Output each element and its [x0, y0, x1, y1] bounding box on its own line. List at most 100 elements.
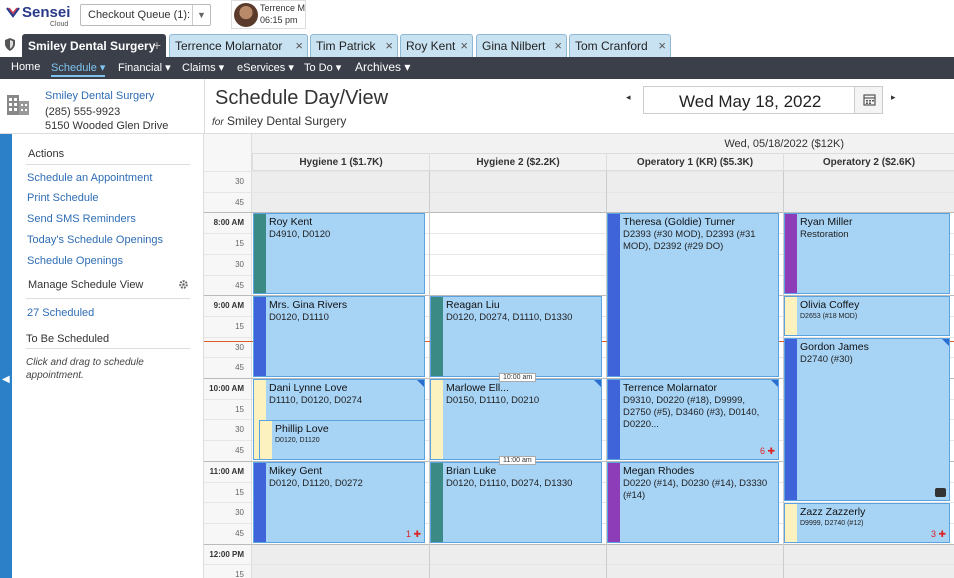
- close-icon[interactable]: ×: [554, 38, 562, 53]
- date-navigator: ◂ Wed May 18, 2022 ▸: [625, 86, 896, 114]
- status-bar: [431, 297, 443, 376]
- time-label: 15: [235, 239, 244, 249]
- practice-name-link[interactable]: Smiley Dental Surgery: [45, 90, 154, 102]
- patient-name: Olivia Coffey: [800, 299, 860, 312]
- procedure-codes: D4910, D0120: [269, 229, 331, 241]
- time-label: 45: [235, 197, 244, 207]
- time-label: 30: [235, 508, 244, 518]
- time-label: 30: [235, 342, 244, 352]
- chat-icon[interactable]: [935, 488, 946, 498]
- status-bar: [254, 214, 266, 294]
- divider: [26, 164, 190, 165]
- status-bar: [608, 380, 620, 459]
- plus-icon[interactable]: +: [153, 37, 161, 53]
- time-tooltip: 11:00 am: [499, 455, 536, 465]
- slot-line: [204, 191, 954, 193]
- gear-icon[interactable]: [178, 279, 189, 290]
- close-icon[interactable]: ×: [295, 38, 303, 53]
- practice-address: 5150 Wooded Glen Drive: [45, 120, 169, 132]
- slot-line: [204, 171, 954, 172]
- nav-todo[interactable]: To Do ▾: [304, 61, 341, 74]
- scheduled-count-link[interactable]: 27 Scheduled: [27, 307, 94, 319]
- todays-openings-link[interactable]: Today's Schedule Openings: [27, 234, 163, 246]
- column-header-hygiene-1: Hygiene 1 ($1.7K): [252, 154, 429, 171]
- status-bar: [431, 462, 443, 542]
- appointment-card[interactable]: Zazz Zazzerly D9999, D2740 (#12) 3 ✚: [784, 503, 950, 543]
- time-label: 11:00 AM: [209, 466, 244, 476]
- flag-corner: [594, 380, 601, 387]
- nav-home[interactable]: Home: [11, 61, 40, 73]
- shield-icon[interactable]: [4, 38, 16, 51]
- status-bar: [254, 462, 266, 542]
- calendar-button[interactable]: [854, 87, 882, 113]
- schedule-openings-link[interactable]: Schedule Openings: [27, 255, 123, 267]
- brand-name: Sensei: [22, 4, 71, 21]
- practice-phone: (285) 555-9923: [45, 106, 121, 118]
- procedure-codes: D2740 (#30): [800, 353, 853, 365]
- chevron-down-icon: ▼: [192, 5, 210, 25]
- tab-strip: Smiley Dental Surgery + Terrence Molarna…: [0, 33, 954, 57]
- sensei-logo[interactable]: Sensei Cloud: [6, 4, 72, 29]
- chevron-right-icon[interactable]: ▸: [891, 92, 896, 103]
- nav-archives[interactable]: Archives ▾: [355, 60, 410, 74]
- plus-icon[interactable]: 6 ✚: [760, 446, 775, 457]
- tab-terrence-molarnator[interactable]: Terrence Molarnator ×: [169, 34, 308, 57]
- checkout-queue-label: Checkout Queue (1):: [88, 9, 191, 21]
- tab-gina-nilbert[interactable]: Gina Nilbert ×: [476, 34, 567, 57]
- tab-tom-cranford[interactable]: Tom Cranford ×: [569, 34, 671, 57]
- close-icon[interactable]: ×: [658, 38, 666, 53]
- nav-schedule[interactable]: Schedule ▾: [51, 61, 106, 77]
- to-be-scheduled-heading: To Be Scheduled: [26, 333, 110, 345]
- appointment-card[interactable]: Phillip Love D0120, D1120: [259, 420, 425, 460]
- chevron-left-icon[interactable]: ◂: [626, 92, 631, 103]
- status-bar: [608, 462, 620, 542]
- current-user[interactable]: Terrence M 06:15 pm: [231, 0, 306, 29]
- appointment-card[interactable]: Gordon James D2740 (#30): [784, 337, 950, 502]
- slot-line: [204, 543, 954, 545]
- plus-icon[interactable]: 1 ✚: [406, 529, 421, 540]
- tab-smiley-dental-surgery[interactable]: Smiley Dental Surgery +: [22, 34, 166, 57]
- close-icon[interactable]: ×: [385, 38, 393, 53]
- patient-name: Zazz Zazzerly: [800, 506, 866, 519]
- close-icon[interactable]: ×: [460, 38, 468, 53]
- nav-claims[interactable]: Claims ▾: [182, 61, 224, 74]
- appointment-card[interactable]: Theresa (Goldie) Turner D2393 (#30 MOD), …: [607, 213, 779, 377]
- send-sms-reminders-link[interactable]: Send SMS Reminders: [27, 213, 136, 225]
- chevron-left-icon[interactable]: ◀: [2, 374, 10, 385]
- patient-name: Megan Rhodes: [623, 464, 695, 477]
- date-picker[interactable]: Wed May 18, 2022: [643, 86, 883, 114]
- time-label: 8:00 AM: [213, 218, 244, 228]
- appointment-card[interactable]: Roy Kent D4910, D0120: [253, 213, 425, 295]
- schedule-appointment-link[interactable]: Schedule an Appointment: [27, 172, 152, 184]
- tab-tim-patrick[interactable]: Tim Patrick ×: [310, 34, 398, 57]
- nav-financial[interactable]: Financial ▾: [118, 61, 171, 74]
- status-bar: [608, 214, 620, 376]
- procedure-codes: D0220 (#14), D0230 (#14), D3330 (#14): [623, 477, 768, 501]
- appointment-card[interactable]: Ryan Miller Restoration: [784, 213, 950, 295]
- brand-sub: Cloud: [50, 21, 69, 28]
- appointment-card[interactable]: Reagan Liu D0120, D0274, D1110, D1330: [430, 296, 602, 377]
- print-schedule-link[interactable]: Print Schedule: [27, 192, 99, 204]
- appointment-card[interactable]: Olivia Coffey D2653 (#18 MOD): [784, 296, 950, 336]
- appointment-card[interactable]: Megan Rhodes D0220 (#14), D0230 (#14), D3…: [607, 461, 779, 543]
- appointment-card[interactable]: Mrs. Gina Rivers D0120, D1110: [253, 296, 425, 377]
- user-time: 06:15 pm: [260, 15, 298, 25]
- procedure-codes: Restoration: [800, 229, 849, 241]
- tab-roy-kent[interactable]: Roy Kent ×: [400, 34, 473, 57]
- patient-name: Roy Kent: [269, 216, 313, 229]
- status-bar: [785, 214, 797, 294]
- appointment-card[interactable]: Brian Luke D0120, D1110, D0274, D1330: [430, 461, 602, 543]
- checkout-queue-select[interactable]: Checkout Queue (1): ▼: [80, 4, 211, 26]
- plus-icon[interactable]: 3 ✚: [931, 529, 946, 540]
- actions-heading: Actions: [28, 148, 65, 160]
- flag-corner: [771, 380, 778, 387]
- appointment-card[interactable]: Terrence Molarnator D9310, D0220 (#18), D…: [607, 379, 779, 460]
- sidebar-collapse-strip[interactable]: ◀: [0, 134, 12, 578]
- appointment-card[interactable]: Mikey Gent D0120, D1120, D0272 1 ✚: [253, 461, 425, 543]
- appointment-card[interactable]: Marlowe Ell... D0150, D1110, D0210: [430, 379, 602, 460]
- time-label: 30: [235, 259, 244, 269]
- building-icon: [7, 95, 29, 115]
- time-column: 30 45 8:00 AM 15 30 45 9:00 AM 15 30 45 10:00 AM 15…: [204, 134, 252, 578]
- nav-eservices[interactable]: eServices ▾: [237, 61, 294, 74]
- time-label: 45: [235, 446, 244, 456]
